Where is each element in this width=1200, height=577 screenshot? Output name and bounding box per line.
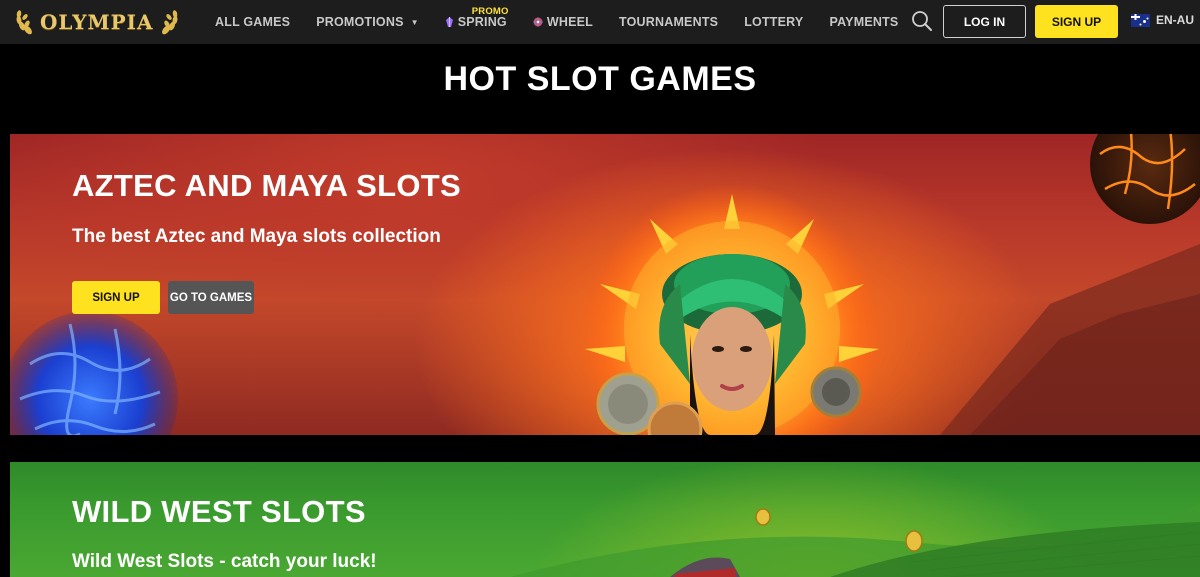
nav-label: WHEEL	[546, 15, 593, 29]
signup-button[interactable]: SIGN UP	[1035, 5, 1118, 38]
nav-label: ALL GAMES	[215, 15, 291, 29]
top-navbar: OLYMPIA ALL GAMES PROMOTIONS ▼ PROMO SPR…	[0, 0, 1200, 44]
australia-flag-icon	[1131, 13, 1150, 27]
nav-tournaments[interactable]: TOURNAMENTS	[606, 0, 731, 44]
nav-label: TOURNAMENTS	[619, 15, 719, 29]
banner-title: WILD WEST SLOTS	[72, 494, 366, 529]
spring-icon	[445, 16, 453, 27]
banner-subtitle: Wild West Slots - catch your luck!	[72, 551, 377, 572]
logo-text: OLYMPIA	[40, 10, 154, 34]
banner-title: AZTEC AND MAYA SLOTS	[72, 168, 461, 203]
olympia-logo[interactable]: OLYMPIA	[10, 7, 184, 37]
language-selector[interactable]: EN-AU	[1131, 13, 1194, 27]
aztec-maya-banner[interactable]: AZTEC AND MAYA SLOTS The best Aztec and …	[10, 134, 1200, 435]
search-icon[interactable]	[910, 9, 934, 33]
nav-wheel[interactable]: WHEEL	[520, 0, 606, 44]
nav-promotions[interactable]: PROMOTIONS ▼	[303, 0, 432, 44]
banner-signup-button[interactable]: SIGN UP	[72, 281, 160, 314]
nav-lottery[interactable]: LOTTERY	[731, 0, 816, 44]
nav-label: SPRING	[457, 15, 507, 29]
wheel-icon	[533, 17, 543, 27]
wild-west-banner[interactable]: WILD WEST SLOTS Wild West Slots - catch …	[10, 462, 1200, 577]
nav-all-games[interactable]: ALL GAMES	[202, 0, 303, 44]
caret-down-icon: ▼	[410, 17, 419, 27]
language-label: EN-AU	[1156, 13, 1194, 27]
login-button[interactable]: LOG IN	[943, 5, 1026, 38]
go-to-games-button[interactable]: GO TO GAMES	[168, 281, 254, 314]
laurel-right-icon	[161, 10, 178, 35]
nav-label: PAYMENTS	[829, 15, 899, 29]
main-nav: ALL GAMES PROMOTIONS ▼ PROMO SPRING WHEE…	[202, 0, 911, 44]
banner-subtitle: The best Aztec and Maya slots collection	[72, 226, 441, 247]
nav-label: PROMOTIONS	[316, 15, 404, 29]
nav-spring[interactable]: PROMO SPRING	[432, 0, 520, 44]
laurel-left-icon	[16, 10, 32, 35]
promo-badge: PROMO	[471, 6, 509, 17]
nav-payments[interactable]: PAYMENTS	[816, 0, 911, 44]
page-title: HOT SLOT GAMES	[443, 60, 757, 98]
nav-label: LOTTERY	[744, 15, 804, 29]
